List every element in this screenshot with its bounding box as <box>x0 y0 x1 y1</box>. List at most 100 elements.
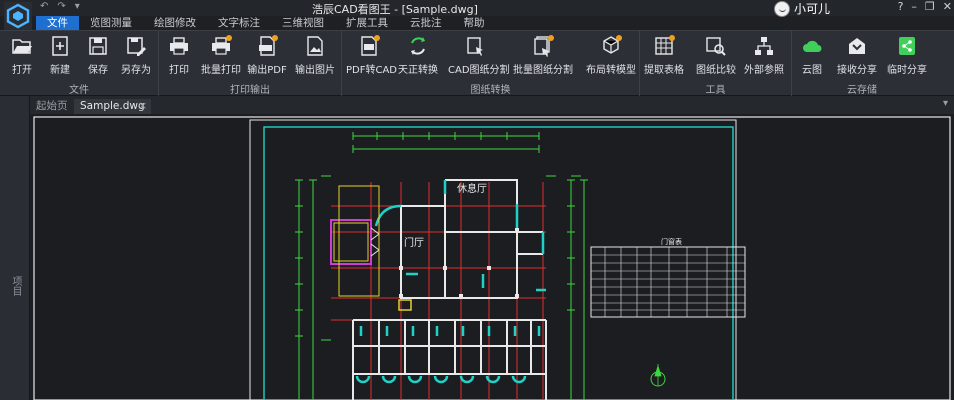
pdf-to-cad-icon <box>361 35 380 56</box>
group-print-output-label: 打印输出 <box>230 85 270 96</box>
export-pdf-label: 输出PDF <box>247 65 287 76</box>
redo-icon[interactable]: ↷ <box>57 1 65 12</box>
save-button[interactable]: 保存 <box>78 35 118 76</box>
tangent-convert-button[interactable]: 天正转换 <box>398 35 438 76</box>
printer-icon <box>170 37 188 55</box>
document-tabs: 起始页 Sample.dwg × ▾ <box>0 96 954 114</box>
cloud-drawing-label: 云图 <box>802 65 822 76</box>
group-drawing-conversion-label: 图纸转换 <box>470 85 511 96</box>
layout-model-icon <box>603 35 622 54</box>
new-label: 新建 <box>50 65 70 76</box>
tab-extension-tools[interactable]: 扩展工具 <box>335 16 399 30</box>
external-reference-label: 外部参照 <box>744 65 784 76</box>
paper-border <box>33 116 951 400</box>
tab-list-dropdown-icon[interactable]: ▾ <box>943 98 948 109</box>
tab-draw-modify[interactable]: 绘图修改 <box>143 16 207 30</box>
cad-split-button[interactable]: CAD图纸分割 <box>448 35 510 76</box>
group-file: 打开 新建 保存 另存为 文件 <box>0 31 159 97</box>
app-logo-icon[interactable] <box>4 2 32 30</box>
export-image-button[interactable]: 输出图片 <box>295 35 335 76</box>
group-print-output: 打印 批量打印 输出PDF 输出图片 打印输出 <box>159 31 342 97</box>
menu-bar: 文件 览图测量 绘图修改 文字标注 三维视图 扩展工具 云批注 帮助 <box>36 16 496 30</box>
quick-access-toolbar: ↶ ↷ ▾ <box>40 1 80 12</box>
save-label: 保存 <box>88 65 108 76</box>
convert-arrows-icon <box>411 37 425 55</box>
compare-icon <box>706 37 726 56</box>
close-tab-icon[interactable]: × <box>138 99 147 112</box>
share-icon <box>899 37 915 55</box>
room-label-lounge: 休息厅 <box>457 182 487 195</box>
xref-icon <box>755 37 773 55</box>
window-title: 浩辰CAD看图王 - [Sample.dwg] <box>312 3 478 16</box>
batch-split-icon <box>534 35 554 57</box>
export-image-label: 输出图片 <box>295 65 335 76</box>
close-icon[interactable]: ✕ <box>943 0 952 13</box>
restore-icon[interactable]: ❐ <box>925 0 935 13</box>
group-tools-label: 工具 <box>705 85 726 96</box>
title-bar: ↶ ↷ ▾ 浩辰CAD看图王 - [Sample.dwg] 小可儿 ? – ❐ … <box>0 0 954 17</box>
room-label-lobby: 门厅 <box>404 236 424 249</box>
cad-drawing[interactable]: 门厅 休息厅 门窗表 <box>31 114 954 400</box>
export-pdf-button[interactable]: 输出PDF <box>247 35 287 76</box>
print-label: 打印 <box>169 65 189 76</box>
compare-drawings-label: 图纸比较 <box>696 65 736 76</box>
batch-split-button[interactable]: 批量图纸分割 <box>512 35 574 76</box>
compare-drawings-button[interactable]: 图纸比较 <box>696 35 736 76</box>
tab-3d-view[interactable]: 三维视图 <box>271 16 335 30</box>
qat-dropdown-icon[interactable]: ▾ <box>75 1 80 12</box>
receive-share-label: 接收分享 <box>837 65 877 76</box>
north-arrow-icon <box>650 364 666 387</box>
save-icon <box>89 37 107 55</box>
temp-share-label: 临时分享 <box>887 65 927 76</box>
print-button[interactable]: 打印 <box>159 35 199 76</box>
sheet-outer-frame <box>249 119 737 400</box>
sidebar-label[interactable]: 项目 <box>8 276 23 296</box>
extract-table-button[interactable]: 提取表格 <box>644 35 684 76</box>
group-drawing-conversion: PDF转CAD 天正转换 CAD图纸分割 批量图纸分割 布局转模型 图纸转换 <box>342 31 640 97</box>
image-export-icon <box>307 36 323 56</box>
receive-share-button[interactable]: 接收分享 <box>834 35 880 76</box>
help-icon[interactable]: ? <box>898 0 904 13</box>
pdf-to-cad-label: PDF转CAD <box>346 65 398 76</box>
batch-print-button[interactable]: 批量打印 <box>201 35 241 76</box>
batch-printer-icon <box>212 35 232 55</box>
batch-split-label: 批量图纸分割 <box>513 65 573 76</box>
batch-print-label: 批量打印 <box>201 65 241 76</box>
pdf-to-cad-button[interactable]: PDF转CAD <box>346 35 398 76</box>
group-cloud-storage: 云图 接收分享 临时分享 云存储 <box>792 31 932 97</box>
pdf-export-icon <box>259 35 278 56</box>
group-cloud-storage-label: 云存储 <box>847 85 877 96</box>
undo-icon[interactable]: ↶ <box>40 1 48 12</box>
avatar[interactable] <box>774 0 790 17</box>
layout-to-model-label: 布局转模型 <box>586 65 636 76</box>
save-as-label: 另存为 <box>121 65 151 76</box>
tangent-convert-label: 天正转换 <box>398 65 438 76</box>
open-button[interactable]: 打开 <box>2 35 42 76</box>
temp-share-button[interactable]: 临时分享 <box>884 35 930 76</box>
tab-view-measure[interactable]: 览图测量 <box>79 16 143 30</box>
external-reference-button[interactable]: 外部参照 <box>744 35 784 76</box>
drawing-canvas[interactable]: 门厅 休息厅 门窗表 <box>31 114 954 400</box>
tab-help[interactable]: 帮助 <box>453 16 496 30</box>
project-sidebar[interactable]: 项目 <box>0 96 30 400</box>
open-label: 打开 <box>12 65 32 76</box>
tab-cloud-annotation[interactable]: 云批注 <box>399 16 453 30</box>
user-name[interactable]: 小可儿 <box>794 0 830 17</box>
new-button[interactable]: 新建 <box>40 35 80 76</box>
minimize-icon[interactable]: – <box>911 0 917 13</box>
window-controls: ? – ❐ ✕ <box>898 0 952 13</box>
user-account[interactable]: 小可儿 <box>774 0 830 17</box>
cloud-drawing-button[interactable]: 云图 <box>792 35 832 76</box>
save-as-button[interactable]: 另存为 <box>116 35 156 76</box>
split-drawing-icon <box>467 37 483 56</box>
axis-grid <box>331 182 546 400</box>
inbox-icon <box>849 38 865 54</box>
tab-start-page[interactable]: 起始页 <box>36 99 68 114</box>
group-tools: 提取表格 图纸比较 外部参照 工具 <box>640 31 792 97</box>
cloud-icon <box>803 40 822 52</box>
ribbon: 打开 新建 保存 另存为 文件 打印 批量打印 输出PDF 输出图片 打印输出 … <box>0 30 954 97</box>
layout-to-model-button[interactable]: 布局转模型 <box>586 35 636 76</box>
group-file-label: 文件 <box>69 85 89 96</box>
tab-text-annotation[interactable]: 文字标注 <box>207 16 271 30</box>
tab-file[interactable]: 文件 <box>36 16 79 30</box>
